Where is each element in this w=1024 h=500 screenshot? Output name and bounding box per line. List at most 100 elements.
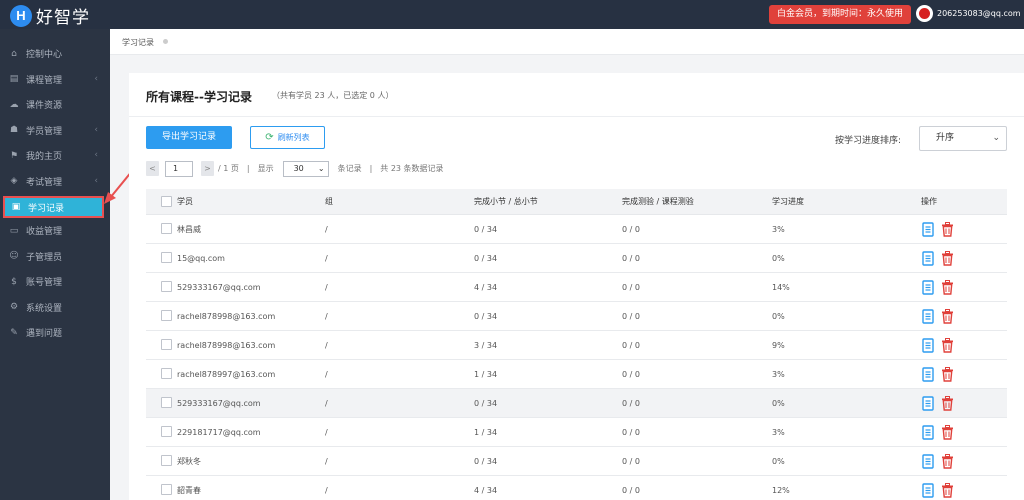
sidebar-item[interactable]: $ 账号管理 [0,269,110,295]
table-row[interactable]: rachel878998@163.com / 0 / 34 0 / 0 0% [146,302,1007,331]
user-email[interactable]: 206253083@qq.com [937,9,1021,18]
view-record-icon[interactable] [922,425,934,440]
cell-student: rachel878998@163.com [177,340,276,350]
select-all-checkbox[interactable] [161,196,172,207]
delete-icon[interactable] [941,454,954,469]
cell-sections: 1 / 34 [474,369,498,379]
table-row[interactable]: 林昌威 / 0 / 34 0 / 0 3% [146,215,1007,244]
sidebar-item[interactable]: ◈ 考试管理 ‹ [0,169,110,195]
table-row[interactable]: 529333167@qq.com / 0 / 34 0 / 0 0% [146,389,1007,418]
table-row[interactable]: 郑秋冬 / 0 / 34 0 / 0 0% [146,447,1007,476]
row-checkbox[interactable] [161,455,172,466]
page-size-select[interactable]: 30 ⌄ [282,160,329,177]
row-checkbox[interactable] [161,223,172,234]
delete-icon[interactable] [941,280,954,295]
table-row[interactable]: rachel878997@163.com / 1 / 34 0 / 0 3% [146,360,1007,389]
refresh-icon: ⟳ [265,132,274,143]
sidebar-item[interactable]: ✎ 遇到问题 [0,320,110,346]
table-row[interactable]: rachel878998@163.com / 3 / 34 0 / 0 9% [146,331,1007,360]
table-row[interactable]: 韶青春 / 4 / 34 0 / 0 12% [146,476,1007,500]
table-header: 学员 组 完成小节 / 总小节 完成测验 / 课程测验 学习进度 操作 [146,189,1007,215]
delete-icon[interactable] [941,367,954,382]
breadcrumb-current[interactable]: 学习记录 [122,37,154,48]
row-actions [922,338,954,353]
prev-page-button[interactable]: < [146,161,159,176]
row-checkbox[interactable] [161,310,172,321]
table-row[interactable]: 229181717@qq.com / 1 / 34 0 / 0 3% [146,418,1007,447]
cell-group: / [325,224,328,234]
row-checkbox[interactable] [161,397,172,408]
delete-icon[interactable] [941,396,954,411]
membership-badge[interactable]: 白金会员，到期时间：永久使用 [769,5,912,24]
cell-group: / [325,456,328,466]
chevron-left-icon: ‹ [94,150,98,160]
sort-order-select[interactable]: 升序 ⌄ [919,126,1007,151]
view-record-icon[interactable] [922,222,934,237]
cell-quizzes: 0 / 0 [622,224,640,234]
delete-icon[interactable] [941,425,954,440]
sidebar-item[interactable]: ☗ 学员管理 ‹ [0,118,110,144]
view-record-icon[interactable] [922,251,934,266]
per-page-label: 条记录 [337,164,362,173]
view-record-icon[interactable] [922,396,934,411]
view-record-icon[interactable] [922,280,934,295]
cell-group: / [325,311,328,321]
table-row[interactable]: 529333167@qq.com / 4 / 34 0 / 0 14% [146,273,1007,302]
view-record-icon[interactable] [922,367,934,382]
user-menu[interactable]: 206253083@qq.com [916,5,1021,22]
table-row[interactable]: 15@qq.com / 0 / 34 0 / 0 0% [146,244,1007,273]
sidebar-item[interactable]: ☺ 子管理员 [0,244,110,270]
sort-label: 按学习进度排序: [835,136,902,146]
view-record-icon[interactable] [922,338,934,353]
sidebar-item[interactable]: ▭ 收益管理 [0,218,110,244]
cell-sections: 4 / 34 [474,485,498,495]
delete-icon[interactable] [941,338,954,353]
gear-icon: ⚙ [9,302,19,313]
page-count: / 1 页 [218,164,239,173]
row-checkbox[interactable] [161,368,172,379]
logo[interactable]: H 好智学 [10,3,90,28]
cell-group: / [325,369,328,379]
refresh-list-button[interactable]: ⟳ 刷新列表 [250,126,325,149]
cell-progress: 0% [772,456,785,466]
sidebar-item-label: 课程管理 [26,75,63,86]
sidebar-item[interactable]: ☁ 课件资源 [0,92,110,118]
delete-icon[interactable] [941,251,954,266]
cell-progress: 3% [772,224,785,234]
view-record-icon[interactable] [922,483,934,498]
row-checkbox[interactable] [161,252,172,263]
sidebar-item[interactable]: ⌂ 控制中心 [0,41,110,67]
cell-quizzes: 0 / 0 [622,398,640,408]
row-actions [922,222,954,237]
sidebar-item-label: 遇到问题 [26,329,63,340]
row-checkbox[interactable] [161,339,172,350]
sidebar-item-label: 系统设置 [26,303,63,314]
page-number-input[interactable]: 1 [165,160,193,177]
row-actions [922,367,954,382]
cell-group: / [325,398,328,408]
cell-sections: 0 / 34 [474,398,498,408]
total-records: 共 23 条数据记录 [380,164,444,173]
sidebar-item[interactable]: ▣ 学习记录 [3,196,104,218]
sidebar-item[interactable]: ▤ 课程管理 ‹ [0,67,110,93]
delete-icon[interactable] [941,222,954,237]
row-checkbox[interactable] [161,484,172,495]
delete-icon[interactable] [941,483,954,498]
logo-text: 好智学 [36,8,90,28]
row-checkbox[interactable] [161,426,172,437]
show-label: 显示 [257,164,274,173]
sidebar-item[interactable]: ⚙ 系统设置 [0,295,110,321]
avatar[interactable] [916,5,933,22]
cell-sections: 3 / 34 [474,340,498,350]
sidebar-item[interactable]: ⚑ 我的主页 ‹ [0,143,110,169]
view-record-icon[interactable] [922,309,934,324]
sidebar-item-label: 控制中心 [26,50,63,61]
view-record-icon[interactable] [922,454,934,469]
cell-sections: 0 / 34 [474,456,498,466]
next-page-button[interactable]: > [201,161,214,176]
delete-icon[interactable] [941,309,954,324]
sidebar-item-label: 收益管理 [26,227,63,238]
sidebar-item-label: 学习记录 [28,203,65,214]
row-checkbox[interactable] [161,281,172,292]
export-records-button[interactable]: 导出学习记录 [146,126,232,149]
